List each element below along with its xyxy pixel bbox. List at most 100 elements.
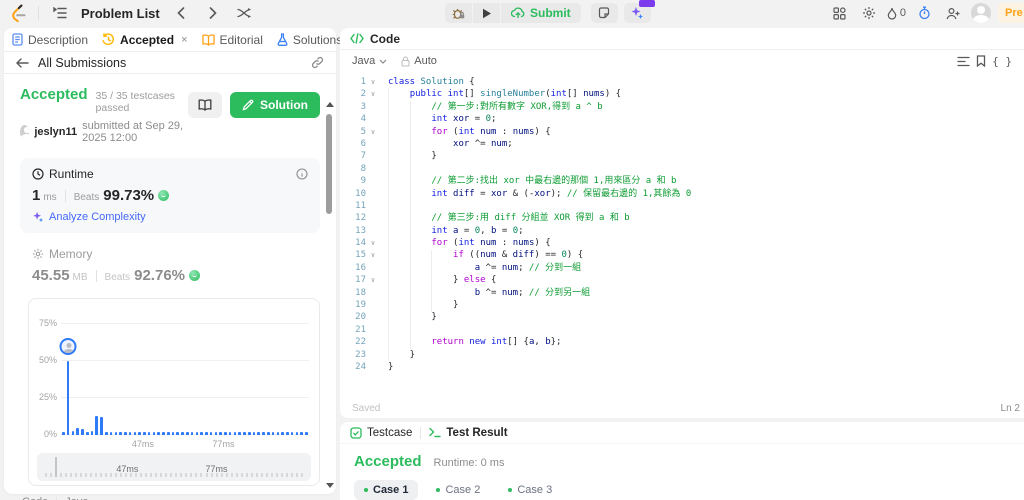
runtime-value: 1 xyxy=(32,187,41,204)
notes-button[interactable] xyxy=(590,3,618,23)
scroll-up-arrow[interactable] xyxy=(326,102,334,107)
user-avatar[interactable] xyxy=(971,3,991,23)
case-dot xyxy=(508,488,513,492)
code-line[interactable]: 20 } xyxy=(340,311,1024,323)
fold-toggle-icon[interactable]: ∨ xyxy=(366,76,380,88)
fold-toggle-icon[interactable]: ∨ xyxy=(366,274,380,286)
fold-toggle-icon[interactable]: ∨ xyxy=(366,88,380,100)
code-line[interactable]: 5 ∨ for (int num : nums) { xyxy=(340,126,1024,138)
next-problem-button[interactable] xyxy=(202,3,224,23)
bookmark-icon[interactable] xyxy=(976,55,986,67)
code-line[interactable]: 14 ∨ for (int num : nums) { xyxy=(340,237,1024,249)
submitter-name[interactable]: jeslyn11 xyxy=(34,126,77,138)
fold-toggle-icon[interactable]: ∨ xyxy=(366,126,380,138)
lock-icon xyxy=(401,55,410,67)
case-2-tab[interactable]: Case 2 xyxy=(426,480,490,500)
submitter-avatar xyxy=(20,125,30,139)
code-editor[interactable]: 1 ∨ class Solution {2 ∨ public int[] single… xyxy=(340,72,1024,373)
code-line[interactable]: 3 // 第一步:對所有數字 XOR,得到 a ^ b xyxy=(340,101,1024,113)
braces-icon[interactable]: { } xyxy=(992,55,1012,68)
memory-card[interactable]: Memory 45.55 MB Beats 92.76% xyxy=(20,247,320,284)
settings-gear-icon[interactable] xyxy=(858,3,880,23)
debug-button[interactable] xyxy=(445,3,472,23)
copy-link-icon[interactable] xyxy=(308,53,326,73)
fold-gutter xyxy=(366,101,380,113)
close-tab-icon[interactable]: × xyxy=(181,34,187,46)
daily-streak[interactable]: 0 xyxy=(887,7,906,20)
code-line[interactable]: 22 return new int[] {a, b}; xyxy=(340,336,1024,348)
footer-code-label: Code xyxy=(22,496,48,500)
case-dot xyxy=(364,488,368,492)
info-icon[interactable] xyxy=(296,168,308,180)
timer-icon[interactable] xyxy=(913,3,935,23)
code-line[interactable]: 19 } xyxy=(340,299,1024,311)
tab-accepted[interactable]: Accepted × xyxy=(102,33,188,47)
tab-editorial[interactable]: Editorial xyxy=(201,33,263,47)
fold-gutter xyxy=(366,138,380,150)
view-notes-button[interactable] xyxy=(188,92,222,118)
case-1-tab[interactable]: Case 1 xyxy=(354,480,419,500)
submission-code-footer: Code Java xyxy=(20,496,320,500)
code-line[interactable]: 6 xor ^= num; xyxy=(340,138,1024,150)
run-button[interactable] xyxy=(473,3,500,23)
language-selector[interactable]: Java xyxy=(352,55,387,67)
y-tick-50: 50% xyxy=(38,355,57,365)
code-line[interactable]: 2 ∨ public int[] singleNumber(int[] nums)… xyxy=(340,88,1024,100)
code-line[interactable]: 8 xyxy=(340,163,1024,175)
fold-gutter xyxy=(366,262,380,274)
left-panel-scrollbar[interactable] xyxy=(324,74,334,490)
code-line[interactable]: 9 // 第二步:找出 xor 中最右邊的那個 1,用來區分 a 和 b xyxy=(340,175,1024,187)
tab-testcase[interactable]: Testcase xyxy=(350,427,412,439)
back-arrow-icon[interactable] xyxy=(14,53,30,73)
code-line[interactable]: 11 xyxy=(340,200,1024,212)
code-line[interactable]: 17 ∨ } else { xyxy=(340,274,1024,286)
fold-toggle-icon[interactable]: ∨ xyxy=(366,249,380,261)
tab-solutions[interactable]: Solutions xyxy=(277,33,342,47)
scrollbar-thumb[interactable] xyxy=(326,114,332,214)
chart-range-brush[interactable]: 47ms 77ms xyxy=(37,453,311,481)
problem-list-label[interactable]: Problem List xyxy=(81,6,160,21)
code-line[interactable]: 10 int diff = xor & (-xor); // 保留最右邊的 1,… xyxy=(340,188,1024,200)
problem-list-icon[interactable] xyxy=(49,3,71,23)
tab-test-result[interactable]: Test Result xyxy=(429,427,508,439)
case-tabs: Case 1 Case 2 Case 3 xyxy=(354,480,1010,500)
auto-save-toggle[interactable]: Auto xyxy=(401,55,437,67)
code-line[interactable]: 21 xyxy=(340,324,1024,336)
streak-count: 0 xyxy=(899,7,906,19)
code-line[interactable]: 18 b ^= num; // 分到另一組 xyxy=(340,287,1024,299)
leetcode-logo[interactable] xyxy=(8,3,28,23)
submission-status: Accepted xyxy=(20,86,88,103)
code-line[interactable]: 24} xyxy=(340,361,1024,373)
format-code-icon[interactable] xyxy=(957,56,970,67)
runtime-card[interactable]: Runtime 1 ms Beats 99.73% Analyze Comple… xyxy=(20,158,320,233)
prev-problem-button[interactable] xyxy=(170,3,192,23)
code-line[interactable]: 13 int a = 0, b = 0; xyxy=(340,225,1024,237)
case-3-tab[interactable]: Case 3 xyxy=(498,480,562,500)
code-line[interactable]: 7 } xyxy=(340,150,1024,162)
post-solution-button[interactable]: Solution xyxy=(230,92,320,118)
layout-grid-icon[interactable] xyxy=(829,3,851,23)
submit-button[interactable]: Submit xyxy=(501,3,581,23)
code-line[interactable]: 12 // 第三步:用 diff 分組並 XOR 得到 a 和 b xyxy=(340,212,1024,224)
clock-icon xyxy=(32,168,44,180)
shuffle-icon[interactable] xyxy=(234,3,256,23)
invite-user-icon[interactable] xyxy=(942,3,964,23)
submission-detail: Accepted 35 / 35 testcases passed jeslyn… xyxy=(4,74,336,500)
code-line[interactable]: 4 int xor = 0; xyxy=(340,113,1024,125)
premium-button[interactable]: Pre xyxy=(998,3,1024,23)
code-line[interactable]: 15 ∨ if ((num & diff) == 0) { xyxy=(340,249,1024,261)
code-line[interactable]: 23 } xyxy=(340,349,1024,361)
ai-assistant-button[interactable] xyxy=(623,0,655,23)
all-submissions-label[interactable]: All Submissions xyxy=(38,56,126,70)
fold-gutter xyxy=(366,361,380,373)
scroll-down-arrow[interactable] xyxy=(326,483,334,488)
fold-gutter xyxy=(366,349,380,361)
fold-toggle-icon[interactable]: ∨ xyxy=(366,237,380,249)
analyze-complexity-link[interactable]: Analyze Complexity xyxy=(32,211,308,223)
code-line[interactable]: 16 a ^= num; // 分到一組 xyxy=(340,262,1024,274)
memory-value: 45.55 xyxy=(32,267,70,284)
tab-description[interactable]: Description xyxy=(12,33,88,47)
y-tick-25: 25% xyxy=(38,392,57,402)
test-panel-tabs: Testcase Test Result xyxy=(340,422,1024,444)
code-line[interactable]: 1 ∨ class Solution { xyxy=(340,76,1024,88)
